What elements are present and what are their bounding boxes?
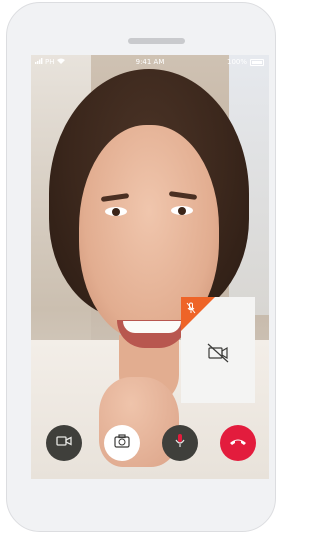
- switch-camera-icon: [114, 433, 130, 453]
- battery-label: 100%: [226, 58, 247, 66]
- self-view-tile[interactable]: [181, 297, 255, 403]
- speaker-grille: [128, 38, 185, 44]
- battery-icon: [250, 58, 264, 66]
- video-call-screen: PH 9:41 AM 100%: [31, 55, 269, 479]
- home-indicator: [120, 520, 180, 524]
- status-bar: PH 9:41 AM 100%: [31, 55, 269, 69]
- switch-camera-button[interactable]: [104, 425, 140, 461]
- video-off-icon: [206, 342, 230, 364]
- video-camera-icon: [56, 434, 72, 452]
- end-call-button[interactable]: [220, 425, 256, 461]
- video-toggle-button[interactable]: [46, 425, 82, 461]
- microphone-icon: [174, 433, 186, 454]
- mic-off-icon: [185, 301, 197, 314]
- microphone-button[interactable]: [162, 425, 198, 461]
- hang-up-icon: [229, 434, 247, 452]
